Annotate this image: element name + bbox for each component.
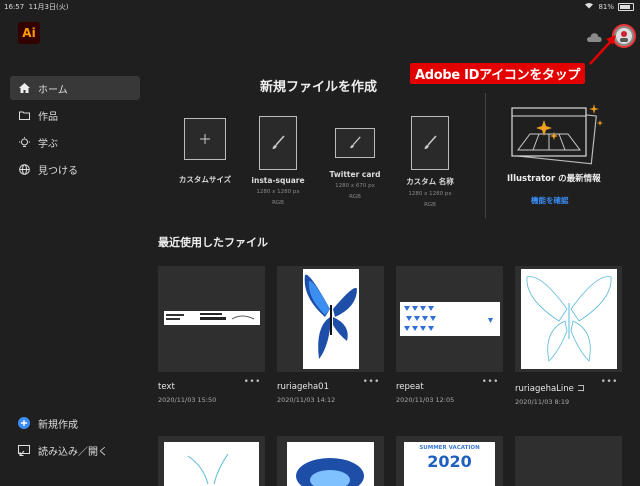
sidebar-item-label: 作品: [38, 111, 58, 123]
more-options-icon[interactable]: •••: [601, 377, 618, 387]
app-logo: Ai: [18, 22, 40, 44]
preset-size: 1280 x 670 px: [335, 183, 375, 189]
wifi-icon: [584, 2, 594, 11]
file-thumbnail: [515, 266, 622, 372]
file-date: 2020/11/03 15:50: [158, 396, 217, 404]
file-thumbnail: [287, 442, 374, 486]
top-bar: Ai: [0, 12, 640, 58]
folder-icon: [16, 111, 32, 120]
more-options-icon[interactable]: •••: [244, 377, 261, 387]
preset-twitter-card[interactable]: Twitter card 1280 x 670 px RGB: [322, 116, 388, 201]
preset-insta-square[interactable]: insta-square 1280 x 1280 px RGB: [246, 116, 310, 207]
create-heading: 新規ファイルを作成: [260, 80, 378, 95]
file-name: ruriageha01: [277, 382, 329, 392]
more-options-icon[interactable]: •••: [482, 377, 499, 387]
recent-file-card[interactable]: text ••• 2020/11/03 15:50: [158, 266, 265, 404]
whats-new-illustration-icon: [511, 104, 604, 165]
recent-heading: 最近使用したファイル: [158, 236, 268, 249]
file-date: 2020/11/03 8:19: [515, 398, 570, 406]
preset-mode: RGB: [272, 200, 284, 206]
recent-file-card[interactable]: ruriagehaLine コ ••• 2020/11/03 8:19: [515, 266, 622, 406]
brush-icon: [259, 116, 297, 170]
preset-mode: RGB: [349, 194, 361, 200]
battery-icon: [618, 2, 634, 11]
file-date: 2020/11/03 12:05: [396, 396, 455, 404]
sidebar-item-home[interactable]: ホーム: [10, 76, 140, 100]
new-file-label: 新規作成: [38, 419, 78, 431]
sidebar-item-works[interactable]: 作品: [10, 103, 140, 127]
brush-icon: [411, 116, 449, 170]
recent-file-card[interactable]: [515, 436, 622, 486]
new-file-button[interactable]: 新規作成: [10, 411, 140, 435]
file-thumbnail: [277, 266, 384, 372]
globe-icon: [16, 163, 32, 175]
file-thumbnail: [158, 266, 265, 372]
sidebar-item-label: 見つける: [38, 165, 78, 177]
import-icon: [16, 444, 32, 456]
file-thumbnail: SUMMER VACATION 2020: [404, 442, 495, 486]
sidebar: ホーム 作品 学ぶ 見つける 新規作成 読み込み／開く: [0, 58, 150, 480]
file-thumbnail: [164, 442, 259, 486]
sidebar-item-discover[interactable]: 見つける: [10, 157, 140, 181]
battery-percent: 81%: [598, 2, 614, 11]
status-bar: 16:57 11月3日(火) 81%: [0, 0, 640, 12]
plus-icon: [184, 118, 226, 160]
thumb-summer-label: SUMMER VACATION: [419, 445, 480, 451]
preset-name: insta-square: [251, 176, 305, 185]
preset-custom-size[interactable]: カスタムサイズ: [170, 116, 240, 185]
import-open-label: 読み込み／開く: [38, 446, 108, 458]
whats-new-link[interactable]: 機能を確認: [531, 195, 569, 206]
sidebar-item-label: 学ぶ: [38, 138, 58, 150]
plus-circle-icon: [16, 417, 32, 429]
recent-file-card[interactable]: repeat ••• 2020/11/03 12:05: [396, 266, 503, 404]
preset-size: 1280 x 1280 px: [256, 189, 300, 195]
file-name: repeat: [396, 382, 424, 392]
recent-file-card[interactable]: [277, 436, 384, 486]
preset-name: Twitter card: [329, 170, 381, 179]
preset-name: カスタムサイズ: [178, 175, 232, 184]
recent-file-card[interactable]: SUMMER VACATION 2020: [396, 436, 503, 486]
import-open-button[interactable]: 読み込み／開く: [10, 438, 140, 462]
home-icon: [16, 83, 32, 93]
preset-size: 1280 x 1280 px: [408, 191, 452, 197]
file-name: ruriagehaLine コ: [515, 384, 586, 394]
brush-icon: [335, 128, 375, 158]
thumb-year: 2020: [427, 452, 472, 471]
preset-mode: RGB: [424, 202, 436, 208]
status-right: 81%: [584, 2, 634, 11]
recent-file-card[interactable]: [158, 436, 265, 486]
recent-file-card[interactable]: ruriageha01 ••• 2020/11/03 14:12: [277, 266, 384, 404]
file-name: text: [158, 382, 175, 392]
file-date: 2020/11/03 14:12: [277, 396, 336, 404]
section-divider: [485, 93, 486, 218]
sidebar-item-learn[interactable]: 学ぶ: [10, 130, 140, 154]
file-thumbnail: [396, 266, 503, 372]
status-time-date: 16:57 11月3日(火): [4, 3, 69, 11]
more-options-icon[interactable]: •••: [363, 377, 380, 387]
whats-new-title: Illustrator の最新情報: [507, 174, 601, 184]
preset-custom-name[interactable]: カスタム 名称 1280 x 1280 px RGB: [398, 116, 462, 209]
main-content: 新規ファイルを作成 カスタムサイズ insta-square 1280 x 12…: [150, 58, 640, 486]
lightbulb-icon: [16, 136, 32, 148]
preset-name: カスタム 名称: [406, 177, 454, 186]
sidebar-item-label: ホーム: [38, 84, 68, 96]
